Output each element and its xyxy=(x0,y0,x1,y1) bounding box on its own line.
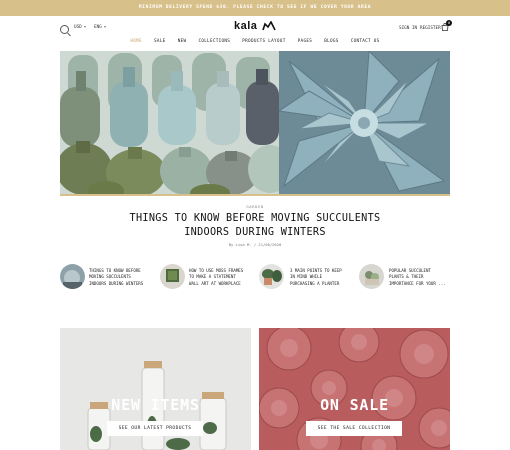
hero-image-agave[interactable] xyxy=(279,51,450,195)
on-sale-title: ON SALE xyxy=(320,396,389,414)
mini-post-line: INDOORS DURING WINTERS xyxy=(89,280,144,286)
chevron-down-icon xyxy=(103,25,106,28)
currency-select[interactable]: USD xyxy=(74,25,86,30)
logo-mark-icon xyxy=(262,21,276,31)
mini-post-line: PURCHASING A PLANTER xyxy=(290,280,340,286)
mini-post-thumb[interactable] xyxy=(359,264,384,289)
mini-post-line: IMPORTANCE FOR YOUR ... xyxy=(389,280,446,286)
new-items-title: NEW ITEMS xyxy=(111,396,200,414)
nav-item-pages[interactable]: PAGES xyxy=(298,39,312,44)
mini-post-title[interactable]: 3 MAIN POINTS TO KEEP IN MIND WHILE PURC… xyxy=(290,268,352,287)
sale-collection-button[interactable]: SEE THE SALE COLLECTION xyxy=(306,421,402,436)
on-sale-banner[interactable]: ON SALE SEE THE SALE COLLECTION xyxy=(259,328,450,450)
nav-item-new[interactable]: NEW xyxy=(178,39,187,44)
main-nav: HOME SALE NEW COLLECTIONS PRODUCTS LAYOU… xyxy=(0,39,510,51)
sign-in-link[interactable]: SIGN IN xyxy=(399,26,417,31)
new-items-banner[interactable]: NEW ITEMS SEE OUR LATEST PRODUCTS xyxy=(60,328,251,450)
nav-item-blogs[interactable]: BLOGS xyxy=(324,39,338,44)
register-link[interactable]: REGISTER xyxy=(420,26,441,31)
language-select[interactable]: ENG xyxy=(94,25,106,30)
mini-post-title[interactable]: HOW TO USE MOSS FRAMES TO MAKE A STATEME… xyxy=(189,268,251,287)
post-title[interactable]: THINGS TO KNOW BEFORE MOVING SUCCULENTS … xyxy=(110,212,400,240)
search-icon[interactable] xyxy=(60,25,69,34)
nav-item-home[interactable]: HOME xyxy=(130,39,142,44)
nav-item-contact-us[interactable]: CONTACT US xyxy=(351,39,380,44)
post-meta: By Lisa M. / 21/06/2020 xyxy=(228,242,282,247)
nav-item-products-layout[interactable]: PRODUCTS LAYOUT xyxy=(242,39,285,44)
language-label: ENG xyxy=(94,25,102,30)
chevron-down-icon xyxy=(83,25,86,28)
cart-count-badge: 0 xyxy=(446,20,452,26)
mini-post-title[interactable]: POPULAR SUCCULENT PLANTS & THEIR IMPORTA… xyxy=(389,268,451,287)
nav-item-sale[interactable]: SALE xyxy=(154,39,166,44)
logo-text: kala xyxy=(234,20,258,32)
announcement-bar: MINIMUM DELIVERY SPEND $30. PLEASE CHECK… xyxy=(0,0,510,16)
currency-label: USD xyxy=(74,25,82,30)
nav-item-collections[interactable]: COLLECTIONS xyxy=(198,39,230,44)
mini-post-thumb[interactable] xyxy=(60,264,85,289)
post-title-line-1: THINGS TO KNOW BEFORE MOVING SUCCULENTS xyxy=(129,213,381,224)
post-category[interactable]: GARDEN xyxy=(0,204,510,209)
post-title-line-2: INDOORS DURING WINTERS xyxy=(184,227,326,238)
mini-post-thumb[interactable] xyxy=(160,264,185,289)
hero-accent-bar xyxy=(60,194,450,196)
mini-post-line: WALL ART AT WORKPLACE xyxy=(189,280,241,286)
mini-post-title[interactable]: THINGS TO KNOW BEFORE MOVING SUCCULENTS … xyxy=(89,268,151,287)
latest-products-button[interactable]: SEE OUR LATEST PRODUCTS xyxy=(107,421,203,436)
hero-image-vases[interactable] xyxy=(60,51,279,195)
site-logo[interactable]: kala xyxy=(234,20,278,36)
mini-post-thumb[interactable] xyxy=(259,264,284,289)
